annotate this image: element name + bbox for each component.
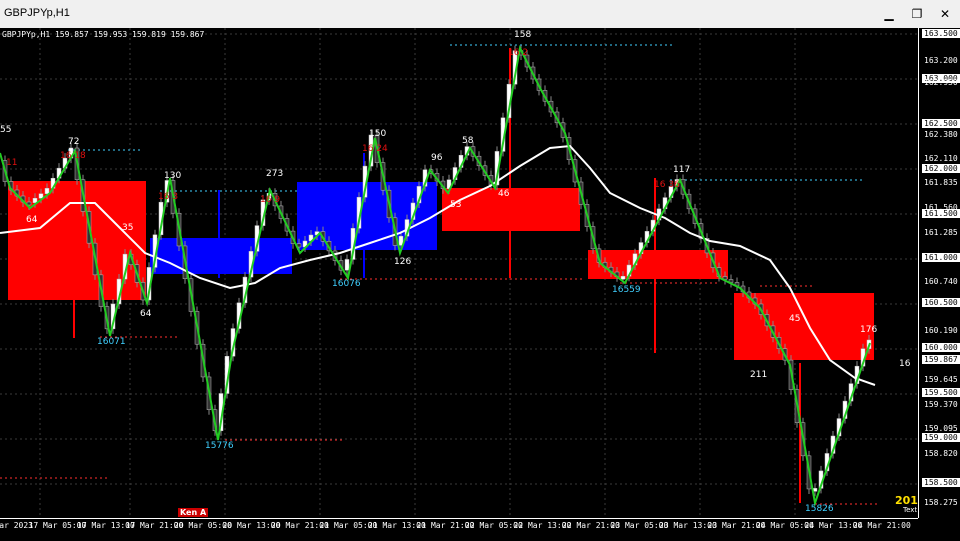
label-126: 126 — [394, 257, 412, 267]
label-11: 11 — [6, 158, 18, 168]
demand-zone-1 — [150, 238, 292, 274]
price-tick: 159.000 — [922, 432, 960, 442]
price-tick: 160.000 — [922, 343, 960, 353]
price-tick: 163.200 — [924, 55, 958, 65]
price-tick: 162.500 — [922, 118, 960, 128]
price-tick: 161.285 — [924, 227, 958, 237]
price-tick: 161.500 — [922, 208, 960, 218]
label-15826: 15826 — [805, 504, 834, 514]
price-tick: 158.500 — [922, 477, 960, 487]
label-64a: 64 — [26, 215, 38, 225]
label-16-24: 16 24 — [362, 144, 388, 154]
price-tick: 159.370 — [924, 399, 958, 409]
price-tick: 161.000 — [922, 253, 960, 263]
label-46: 46 — [498, 189, 510, 199]
ken-tag: Ken A — [178, 508, 209, 517]
price-tick: 162.000 — [922, 163, 960, 173]
candle-body — [344, 259, 350, 271]
label-55: 55 — [0, 125, 12, 135]
price-tick: 162.380 — [924, 129, 958, 139]
label-130: 130 — [164, 171, 182, 181]
time-axis[interactable]: 16 Mar 202317 Mar 05:0017 Mar 13:0017 Ma… — [0, 518, 918, 541]
footer-text: Text — [903, 506, 918, 514]
price-chart[interactable]: GBPJPYp,H1 159.857 159.953 159.819 159.8… — [0, 28, 926, 518]
label-16-9: 16 9 — [260, 195, 281, 205]
price-tick: 160.740 — [924, 276, 958, 286]
label-16071: 16071 — [97, 337, 126, 347]
price-tick: 158.275 — [924, 498, 958, 507]
window-title: GBPJPYp,H1 — [4, 7, 70, 19]
label-176: 176 — [860, 325, 878, 335]
label-158: 158 — [514, 30, 532, 40]
price-tick: 158.820 — [924, 449, 958, 459]
price-tick: 162.950 — [924, 78, 958, 88]
label-150: 150 — [369, 129, 387, 139]
label-53: 53 — [450, 200, 462, 210]
label-16-18: 16 18 — [60, 151, 86, 161]
minimize-button[interactable]: ▁ — [880, 6, 898, 22]
price-tick: 159.500 — [922, 388, 960, 398]
label-16076: 16076 — [332, 279, 361, 289]
time-tick: 24 Mar 21:00 — [853, 521, 911, 530]
label-35: 35 — [122, 223, 134, 233]
candle-body — [620, 276, 626, 280]
label-16-36: 16 36 — [654, 180, 680, 190]
symbol-info: GBPJPYp,H1 159.857 159.953 159.819 159.8… — [2, 30, 205, 39]
label-64b: 64 — [140, 309, 152, 319]
price-axis[interactable]: 163.500 163.200 163.000 162.950 162.500 162.3… — [918, 28, 960, 518]
close-button[interactable]: ✕ — [936, 6, 954, 22]
label-16-2: 16 2 — [508, 48, 529, 58]
label-15776: 15776 — [205, 441, 234, 451]
price-tick: 159.867 — [922, 355, 960, 365]
restore-button[interactable]: ❐ — [908, 6, 926, 22]
label-96: 96 — [431, 153, 443, 163]
price-tick: 161.835 — [924, 178, 958, 188]
label-211: 211 — [750, 370, 768, 380]
window-titlebar: GBPJPYp,H1 ▁ ❐ ✕ — [0, 0, 960, 29]
label-16-3: 16 3 — [158, 192, 179, 202]
price-tick: 159.645 — [924, 375, 958, 385]
label-16: 16 — [899, 359, 911, 369]
price-tick: 160.190 — [924, 326, 958, 336]
label-117: 117 — [673, 165, 691, 175]
label-45: 45 — [789, 314, 801, 324]
label-72: 72 — [68, 137, 80, 147]
label-58: 58 — [462, 136, 474, 146]
label-273: 273 — [266, 169, 284, 179]
chart-canvas — [0, 28, 918, 518]
label-16559: 16559 — [612, 285, 641, 295]
price-tick: 160.500 — [922, 298, 960, 308]
price-tick: 162.110 — [924, 153, 958, 163]
candle-body — [44, 188, 50, 195]
price-tick: 163.500 — [922, 29, 960, 38]
